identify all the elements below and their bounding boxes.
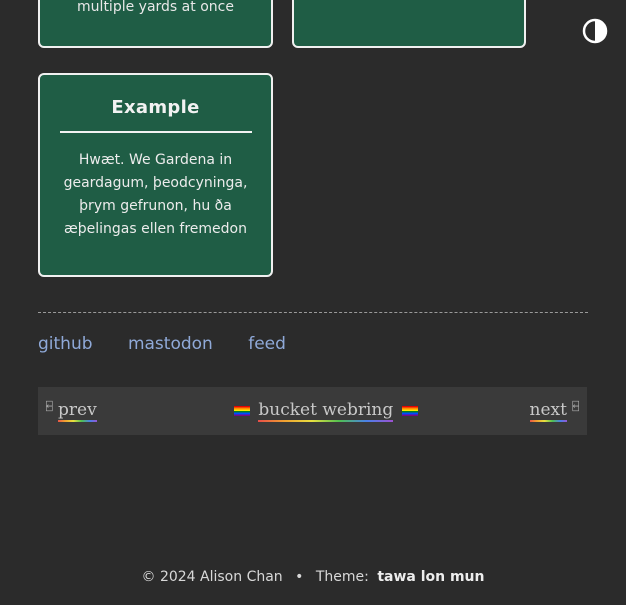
card-title: Example <box>111 97 200 118</box>
webring-next: next ⍇ <box>529 400 579 422</box>
card-body: Hwæt. We Gardena in geardagum, þeodcynin… <box>63 152 248 237</box>
webring-next-link[interactable]: next <box>529 400 567 422</box>
copyright-text: © 2024 Alison Chan <box>141 569 283 585</box>
footer-links: github mastodon feed <box>38 334 316 354</box>
next-arrow-icon: ⍇ <box>572 400 579 413</box>
webring-bar: ⍇ prev bucket webring next ⍇ <box>38 387 587 435</box>
page-footer: © 2024 Alison Chan • Theme: tawa lon mun <box>0 569 626 585</box>
section-divider <box>38 312 588 313</box>
pride-flag-icon <box>401 405 418 416</box>
footer-separator: • <box>295 569 304 585</box>
theme-name: tawa lon mun <box>377 569 485 585</box>
theme-toggle-icon[interactable] <box>582 18 608 44</box>
card-divider <box>59 131 252 133</box>
webring-prev: ⍇ prev <box>46 400 97 422</box>
prev-arrow-icon: ⍇ <box>46 400 53 413</box>
feed-link[interactable]: feed <box>248 334 286 354</box>
example-card: Example Hwæt. We Gardena in geardagum, þ… <box>38 73 273 277</box>
webring-center: bucket webring <box>231 400 421 422</box>
card-partial-empty <box>292 0 526 48</box>
webring-home-link[interactable]: bucket webring <box>258 400 394 422</box>
pride-flag-icon <box>234 405 250 416</box>
github-link[interactable]: github <box>38 334 93 354</box>
mastodon-link[interactable]: mastodon <box>128 334 213 354</box>
webring-prev-link[interactable]: prev <box>58 400 97 422</box>
theme-label: Theme: <box>315 569 369 585</box>
card-partial: multiple yards at once <box>38 0 273 48</box>
card-text: multiple yards at once <box>77 0 234 15</box>
